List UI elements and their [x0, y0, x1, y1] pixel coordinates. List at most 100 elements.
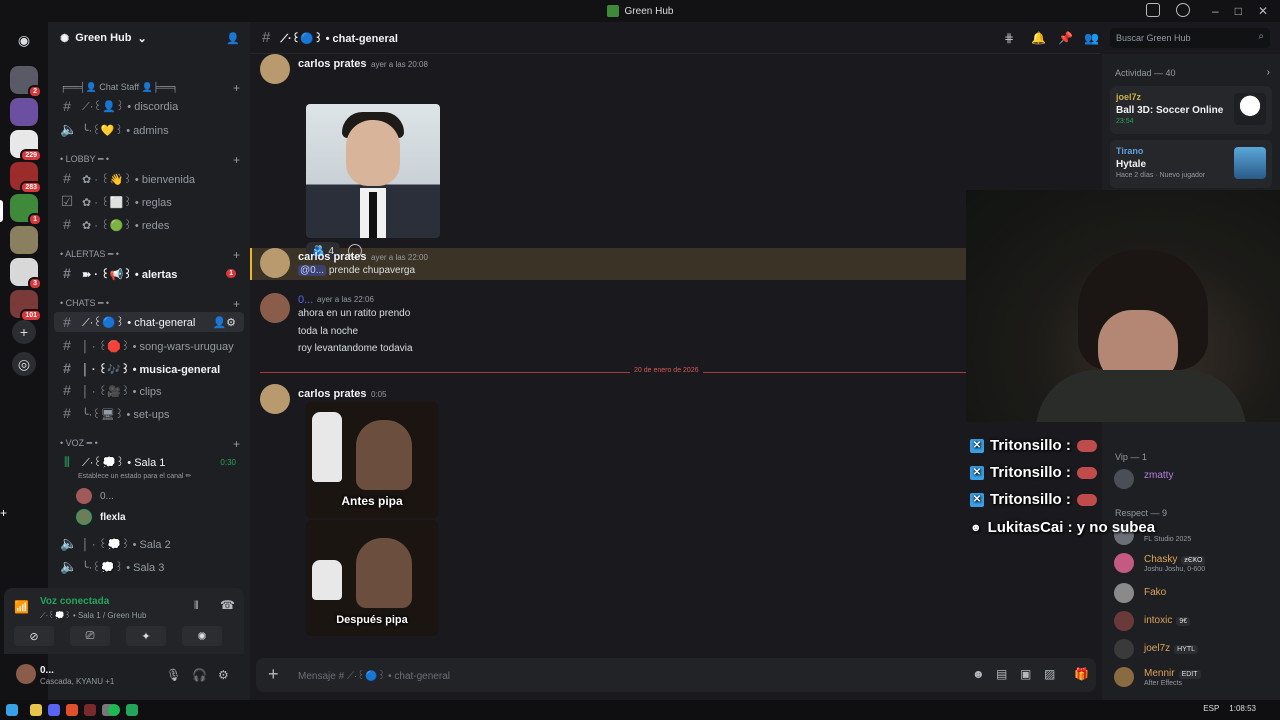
- activity-header[interactable]: Actividad — 40: [1115, 68, 1176, 78]
- hash-icon: #: [63, 337, 71, 353]
- channel-alertas[interactable]: # ➽ · ꒰📢꒱ • alertas 1: [54, 263, 244, 283]
- user-mention[interactable]: @0...: [298, 265, 327, 276]
- app-icon[interactable]: ☻: [972, 667, 985, 681]
- message-author[interactable]: 0...: [298, 294, 313, 306]
- start-icon[interactable]: [6, 704, 18, 716]
- close-window-button[interactable]: ✕: [1258, 4, 1268, 18]
- voice-channel-sala-2[interactable]: 🔈 │ · ꒰💭꒱ • Sala 2: [54, 533, 244, 553]
- avatar[interactable]: [260, 293, 290, 323]
- user-settings-icon[interactable]: ⚙: [218, 668, 229, 682]
- channel-song-wars[interactable]: # │ · ꒰🛑꒱ • song-wars-uruguay: [54, 335, 244, 355]
- message-composer[interactable]: + Mensaje # ⟋·꒰🔵꒱ • chat-general ☻ ▤ ▣ ▨…: [256, 658, 1096, 692]
- microphone-icon[interactable]: 🎙: [166, 668, 181, 682]
- category-voz[interactable]: • VOZ ━ • +: [60, 437, 240, 451]
- channel-chat-general[interactable]: # ⟋·꒰🔵꒱ • chat-general 👤⚙: [54, 312, 244, 332]
- voice-channel-sala-3[interactable]: 🔈 ╰·꒰💭꒱ • Sala 3: [54, 556, 244, 576]
- gift-icon[interactable]: 🎁: [1074, 667, 1089, 681]
- server-icon[interactable]: 229: [10, 130, 42, 162]
- chevron-right-icon[interactable]: ›: [1267, 67, 1270, 78]
- image-attachment[interactable]: [306, 104, 440, 238]
- category-alertas[interactable]: • ALERTAS ━ • +: [60, 248, 240, 262]
- camera-off-button[interactable]: ⊘: [14, 626, 54, 646]
- add-channel-icon[interactable]: +: [233, 81, 240, 95]
- pin-icon[interactable]: 📌: [1058, 31, 1073, 45]
- server-icon-green-hub[interactable]: 1: [10, 194, 42, 226]
- message-author[interactable]: carlos prates: [298, 58, 366, 70]
- voice-channel-sala-1[interactable]: ⫴ ⟋·꒰💭꒱ • Sala 1 0:30: [54, 452, 244, 472]
- upload-plus-icon[interactable]: +: [268, 664, 279, 685]
- channel-clips[interactable]: # │ · ꒰🎥꒱ • clips: [54, 380, 244, 400]
- threads-icon[interactable]: ⋕: [1004, 31, 1014, 45]
- message-author[interactable]: carlos prates: [298, 251, 366, 263]
- sticker-icon[interactable]: ▣: [1020, 667, 1031, 681]
- server-icon[interactable]: 2: [10, 66, 42, 98]
- server-icon[interactable]: [10, 98, 38, 126]
- server-icon[interactable]: 3: [10, 258, 42, 290]
- inbox-icon[interactable]: [1146, 3, 1160, 17]
- brave-icon[interactable]: [66, 704, 78, 716]
- category-chats[interactable]: • CHATS ━ • +: [60, 297, 240, 311]
- channel-redes[interactable]: # ✿ · ꒰🟢꒱ • redes: [54, 214, 244, 234]
- discord-home-icon[interactable]: ◉: [12, 28, 36, 52]
- avatar[interactable]: [260, 384, 290, 414]
- server-icon[interactable]: [10, 226, 38, 254]
- avatar[interactable]: [260, 248, 290, 278]
- voice-user[interactable]: 0...: [76, 488, 114, 504]
- image-attachment[interactable]: Antes pipa: [306, 402, 438, 518]
- activities-button[interactable]: ✦: [126, 626, 166, 646]
- app-icon[interactable]: [126, 704, 138, 716]
- add-channel-icon[interactable]: +: [233, 153, 240, 167]
- channel-musica-general[interactable]: # │ · ꒰🎶꒱ • musica-general: [54, 358, 244, 378]
- avatar[interactable]: [260, 54, 290, 84]
- minimize-button[interactable]: –: [1212, 4, 1219, 18]
- discord-icon[interactable]: [48, 704, 60, 716]
- avatar[interactable]: [16, 664, 36, 684]
- speaker-icon: 🔈: [60, 120, 78, 137]
- bell-icon[interactable]: 🔔: [1031, 31, 1046, 45]
- app-icon[interactable]: [84, 704, 96, 716]
- disconnect-icon[interactable]: ☎: [220, 598, 235, 612]
- image-caption: Después pipa: [336, 614, 408, 626]
- add-channel-icon[interactable]: +: [233, 437, 240, 451]
- server-icon[interactable]: 283: [10, 162, 42, 194]
- avatar: [76, 509, 92, 525]
- screen-share-button[interactable]: ⎚: [70, 626, 110, 646]
- user-status: Cascada, KYANU +1: [40, 677, 115, 686]
- channel-reglas[interactable]: ☑ ✿ · ꒰⬜꒱ • reglas: [54, 191, 244, 211]
- image-icon[interactable]: ▨: [1044, 667, 1055, 681]
- add-server-icon[interactable]: +: [12, 320, 36, 344]
- add-channel-icon[interactable]: +: [233, 248, 240, 262]
- channel-admins[interactable]: 🔈 ╰·꒰💛꒱ • admins: [54, 119, 244, 139]
- language-indicator[interactable]: ESP: [1203, 704, 1219, 713]
- voice-status[interactable]: Voz conectada: [40, 596, 109, 607]
- server-icon[interactable]: 101: [10, 290, 42, 322]
- server-header[interactable]: ✺ Green Hub ⌄ 👤: [48, 22, 250, 54]
- channel-settings-icon[interactable]: 👤⚙: [212, 316, 236, 329]
- activity-card[interactable]: Tirano Hytale Hace 2 días · Nuevo jugado…: [1110, 140, 1272, 188]
- category-staff[interactable]: ╒══╡👤 Chat Staff 👤╞══╕ +: [60, 81, 240, 95]
- channel-bienvenida[interactable]: # ✿ · ꒰👋꒱ • bienvenida: [54, 168, 244, 188]
- maximize-button[interactable]: □: [1235, 4, 1242, 18]
- activity-card[interactable]: joel7z Ball 3D: Soccer Online 23:54: [1110, 86, 1272, 134]
- explorer-icon[interactable]: [30, 704, 42, 716]
- channel-discordia[interactable]: # ⟋·꒰👤꒱ • discordia: [54, 96, 244, 116]
- discover-icon[interactable]: ◎: [12, 352, 36, 376]
- image-attachment[interactable]: Después pipa: [306, 520, 438, 636]
- noise-suppression-icon[interactable]: ⫴: [194, 600, 199, 613]
- members-icon[interactable]: 👥: [1084, 31, 1099, 45]
- channel-set-ups[interactable]: # ╰·꒰🖥꒱ • set-ups: [54, 403, 244, 423]
- clock[interactable]: 1:08:53: [1229, 704, 1256, 713]
- category-lobby[interactable]: • LOBBY ━ • +: [60, 153, 240, 167]
- message-author[interactable]: carlos prates: [298, 388, 366, 400]
- soundboard-button[interactable]: ✺: [182, 626, 222, 646]
- invite-icon[interactable]: 👤: [226, 32, 240, 45]
- help-icon[interactable]: [1176, 3, 1190, 17]
- voice-user[interactable]: flexla: [76, 509, 126, 525]
- gif-icon[interactable]: ▤: [996, 667, 1007, 681]
- headphones-icon[interactable]: 🎧: [192, 668, 207, 682]
- channel-status[interactable]: Establece un estado para el canal ✏: [78, 472, 191, 480]
- spotify-icon[interactable]: [108, 704, 120, 716]
- add-channel-icon[interactable]: +: [233, 297, 240, 311]
- title-bar: Green Hub – □ ✕: [0, 0, 1280, 22]
- search-input[interactable]: Buscar Green Hub ⌕: [1110, 28, 1270, 48]
